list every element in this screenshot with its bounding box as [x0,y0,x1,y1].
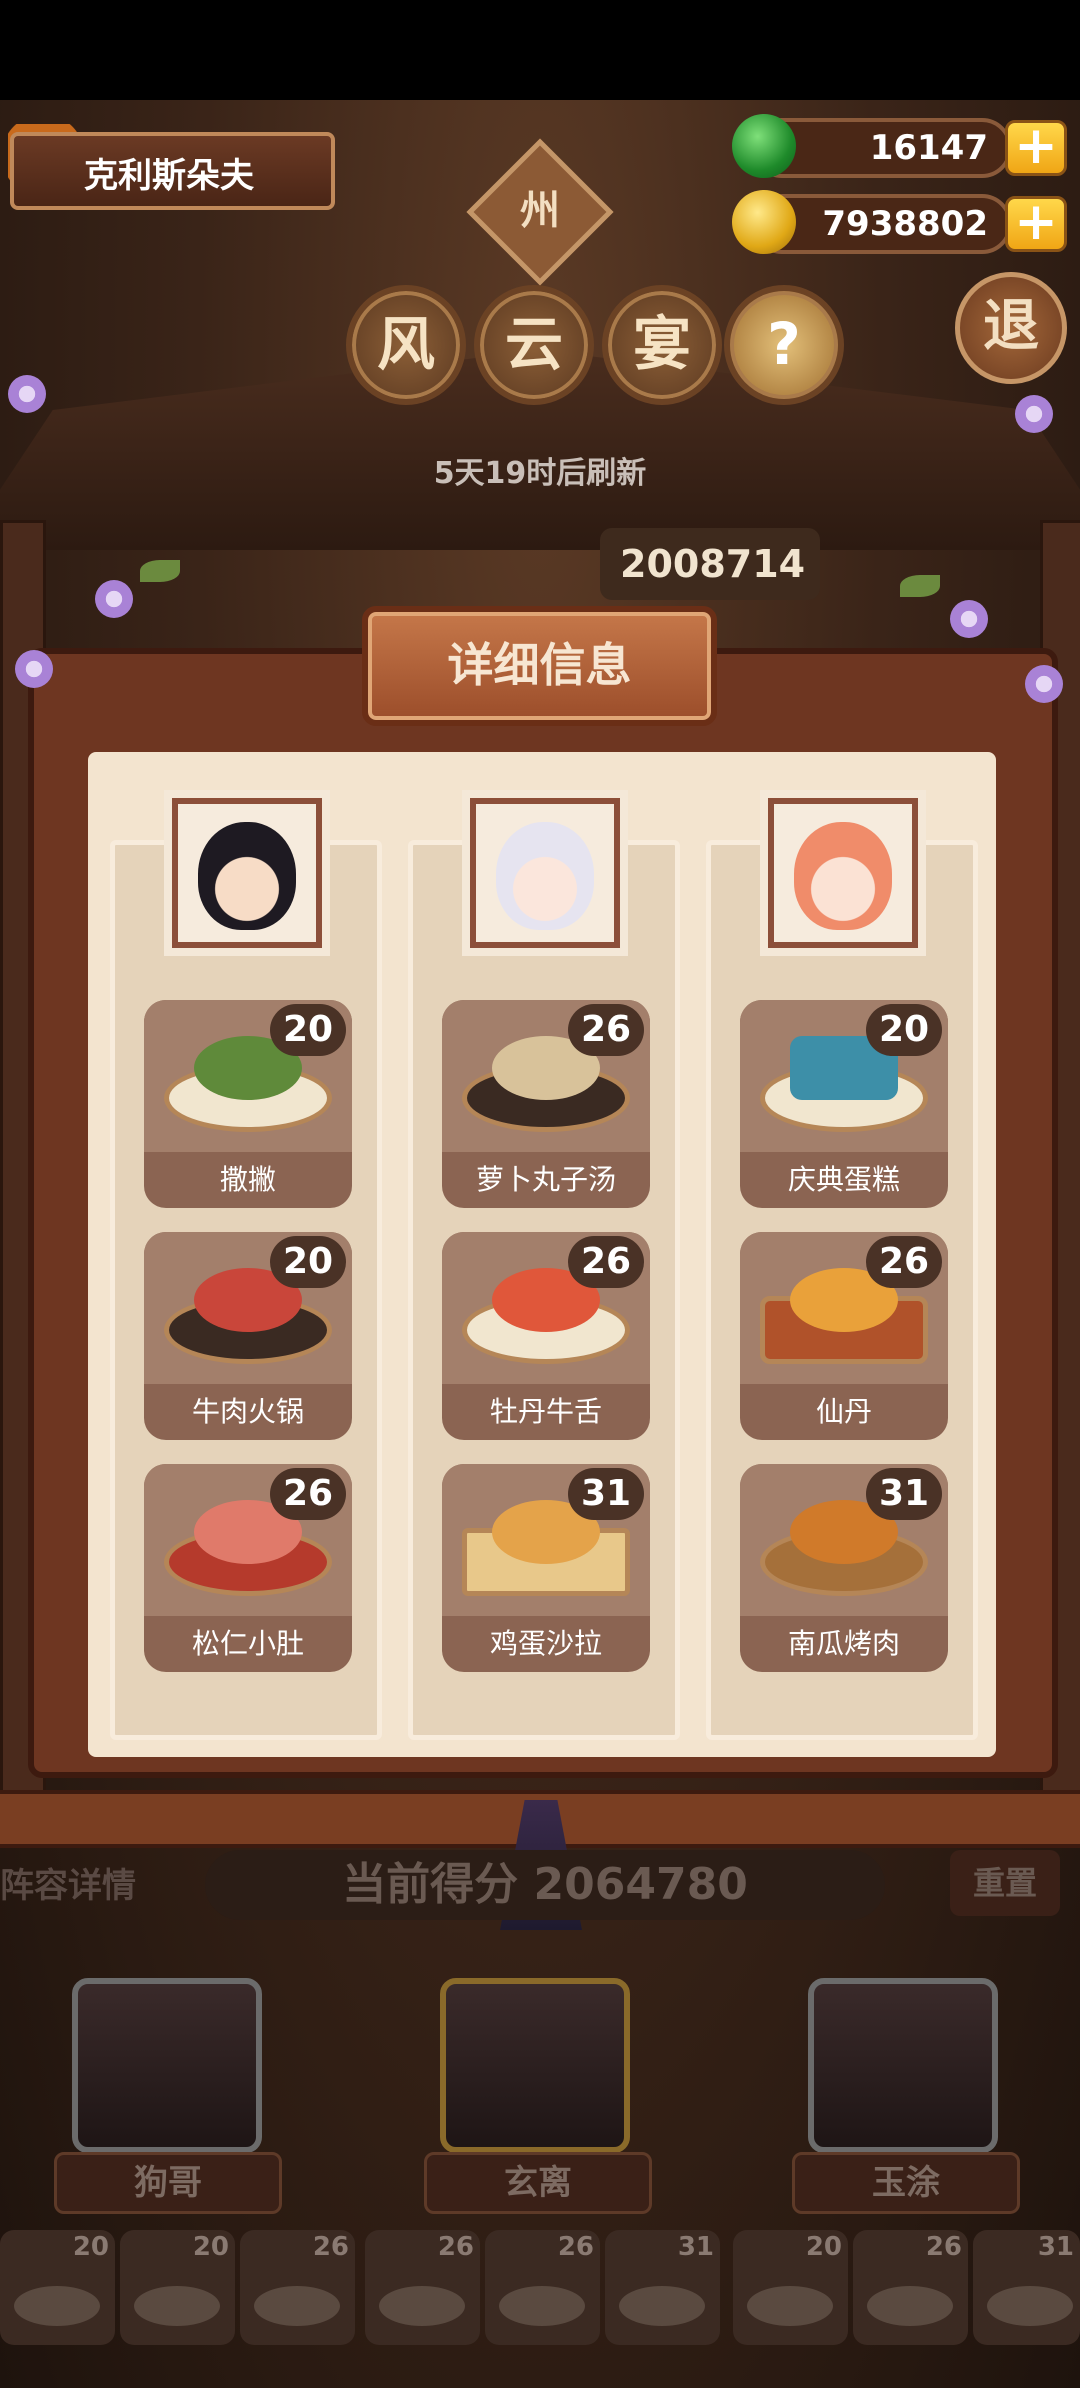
dish-level-badge: 26 [568,1004,644,1056]
character-face [794,822,892,930]
leaf-decoration [140,560,180,582]
dish-name: 南瓜烤肉 [787,1627,900,1660]
dish-card[interactable]: 20 庆典蛋糕 [740,1000,948,1208]
dish-icon [867,2286,953,2326]
dish-name: 仙丹 [815,1395,872,1428]
dish-name: 鸡蛋沙拉 [489,1627,602,1660]
dish-icon [254,2286,340,2326]
mini-dish-level: 20 [192,2232,229,2262]
leaf-decoration [900,575,940,597]
dish-card[interactable]: 20 牛肉火锅 [144,1232,352,1440]
mini-dish-slot[interactable]: 26 [853,2230,968,2345]
current-score: 当前得分 2064780 [205,1850,885,1920]
hero-name: 玄离 [424,2152,652,2214]
dish-name: 牛肉火锅 [191,1395,304,1428]
dish-level-badge: 20 [866,1004,942,1056]
character-face [198,822,296,930]
jade-amount: 16147 [869,128,988,168]
mini-dish-slot[interactable]: 20 [733,2230,848,2345]
dish-name: 庆典蛋糕 [787,1163,900,1196]
dish-icon [499,2286,585,2326]
mini-dish-slot[interactable]: 26 [365,2230,480,2345]
mini-dish-slot[interactable]: 20 [120,2230,235,2345]
dish-icon [14,2286,100,2326]
hero-card[interactable] [808,1978,998,2153]
mini-dish-level: 26 [557,2232,594,2262]
region-badge-label: 州 [520,188,560,234]
mini-dish-slot[interactable]: 31 [605,2230,720,2345]
hero-name: 玉涂 [792,2152,1020,2214]
flower-decoration [15,650,53,688]
dish-card[interactable]: 31 鸡蛋沙拉 [442,1464,650,1672]
mini-dish-level: 31 [677,2232,714,2262]
title-char-1: 风 [346,285,466,405]
exit-button[interactable]: 退 [955,272,1067,384]
mini-dish-level: 31 [1037,2232,1074,2262]
hero-card[interactable] [440,1978,630,2153]
dish-icon [747,2286,833,2326]
dish-icon [987,2286,1073,2326]
mini-dish-slot[interactable]: 31 [973,2230,1080,2345]
coin-icon [732,190,796,254]
add-jade-button[interactable]: + [1005,120,1067,176]
mini-dish-level: 20 [805,2232,842,2262]
character-portrait [768,798,918,948]
dish-level-badge: 31 [568,1468,644,1520]
refresh-timer: 5天19时后刷新 [433,456,647,491]
mini-dish-level: 26 [437,2232,474,2262]
title-char-3: 宴 [602,285,722,405]
lineup-details-label[interactable]: 阵容详情 [0,1858,136,1907]
dish-icon [619,2286,705,2326]
coin-amount: 7938802 [822,204,988,244]
dish-level-badge: 20 [270,1236,346,1288]
reset-button[interactable]: 重置 [950,1850,1060,1916]
dish-level-badge: 31 [866,1468,942,1520]
mini-dish-level: 26 [312,2232,349,2262]
character-face [496,822,594,930]
dish-icon [134,2286,220,2326]
character-portrait [470,798,620,948]
dish-card[interactable]: 26 萝卜丸子汤 [442,1000,650,1208]
flower-decoration [8,375,46,413]
dish-level-badge: 26 [568,1236,644,1288]
dish-card[interactable]: 31 南瓜烤肉 [740,1464,948,1672]
dish-level-badge: 26 [270,1468,346,1520]
flower-decoration [1015,395,1053,433]
dish-level-badge: 26 [866,1236,942,1288]
mini-dish-slot[interactable]: 20 [0,2230,115,2345]
character-portrait [172,798,322,948]
dish-icon [379,2286,465,2326]
flower-decoration [950,600,988,638]
dish-name: 撒撇 [219,1163,276,1196]
hero-card[interactable] [72,1978,262,2153]
top-score: 2008714 [600,528,820,600]
hero-name: 狗哥 [54,2152,282,2214]
help-button[interactable]: ? [724,285,844,405]
mini-dish-slot[interactable]: 26 [485,2230,600,2345]
mini-dish-level: 20 [72,2232,109,2262]
dish-level-badge: 20 [270,1004,346,1056]
dish-card[interactable]: 26 牡丹牛舌 [442,1232,650,1440]
panel-title: 详细信息 [362,606,717,726]
dish-card[interactable]: 20 撒撇 [144,1000,352,1208]
dish-card[interactable]: 26 仙丹 [740,1232,948,1440]
dish-name: 牡丹牛舌 [489,1395,602,1428]
player-name: 克利斯朵夫 [84,156,254,196]
jade-icon [732,114,796,178]
dish-card[interactable]: 26 松仁小肚 [144,1464,352,1672]
dish-name: 萝卜丸子汤 [475,1163,616,1196]
flower-decoration [1025,665,1063,703]
dish-name: 松仁小肚 [191,1627,304,1660]
flower-decoration [95,580,133,618]
title-char-2: 云 [474,285,594,405]
add-coins-button[interactable]: + [1005,196,1067,252]
mini-dish-level: 26 [925,2232,962,2262]
mini-dish-slot[interactable]: 26 [240,2230,355,2345]
